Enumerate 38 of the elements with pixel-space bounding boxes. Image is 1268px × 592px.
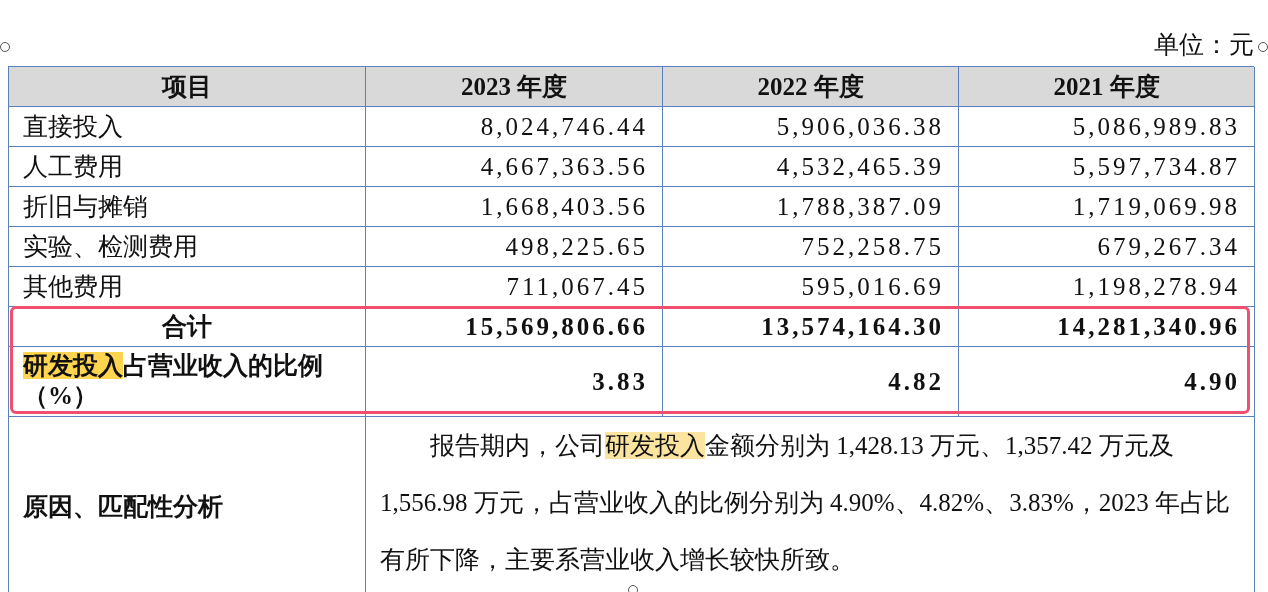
analysis-paragraph: 报告期内，公司研发投入金额分别为 1,428.13 万元、1,357.42 万元及 1,556.98 万元，占营业收入的比例分别为 4.90%、4.82%、3.83%，2023 年占比有所下降，主要系营业收入增长较快所致。 (366, 417, 1255, 592)
resize-handle-icon[interactable] (628, 585, 638, 592)
table-cell: 8,024,746.44 (366, 107, 663, 147)
resize-handle-icon[interactable] (1258, 42, 1268, 52)
row-label: 实验、检测费用 (9, 227, 366, 267)
table-cell: 4,667,363.56 (366, 147, 663, 187)
table-cell: 711,067.45 (366, 267, 663, 307)
table-cell: 5,597,734.87 (959, 147, 1255, 187)
row-label: 直接投入 (9, 107, 366, 147)
column-header: 项目 (9, 67, 366, 107)
table-cell: 3.83 (366, 347, 663, 417)
table-cell: 14,281,340.96 (959, 307, 1255, 347)
row-label: 其他费用 (9, 267, 366, 307)
row-label: 折旧与摊销 (9, 187, 366, 227)
table-cell: 4.90 (959, 347, 1255, 417)
table-cell: 1,788,387.09 (663, 187, 959, 227)
table-cell: 5,906,036.38 (663, 107, 959, 147)
table-cell: 679,267.34 (959, 227, 1255, 267)
column-header: 2023 年度 (366, 67, 663, 107)
table-cell: 1,198,278.94 (959, 267, 1255, 307)
column-header: 2021 年度 (959, 67, 1255, 107)
table-cell: 13,574,164.30 (663, 307, 959, 347)
table-cell: 752,258.75 (663, 227, 959, 267)
resize-handle-icon[interactable] (0, 42, 10, 52)
row-label: 研发投入占营业收入的比例（%） (9, 347, 366, 417)
table-cell: 5,086,989.83 (959, 107, 1255, 147)
unit-label: 单位：元 (1154, 30, 1254, 60)
table-cell: 1,668,403.56 (366, 187, 663, 227)
table-cell: 1,719,069.98 (959, 187, 1255, 227)
row-label: 人工费用 (9, 147, 366, 187)
table-cell: 498,225.65 (366, 227, 663, 267)
row-label: 原因、匹配性分析 (9, 417, 366, 592)
table-cell: 4,532,465.39 (663, 147, 959, 187)
table-cell: 595,016.69 (663, 267, 959, 307)
table-cell: 4.82 (663, 347, 959, 417)
row-label: 合计 (9, 307, 366, 347)
table-cell: 15,569,806.66 (366, 307, 663, 347)
column-header: 2022 年度 (663, 67, 959, 107)
